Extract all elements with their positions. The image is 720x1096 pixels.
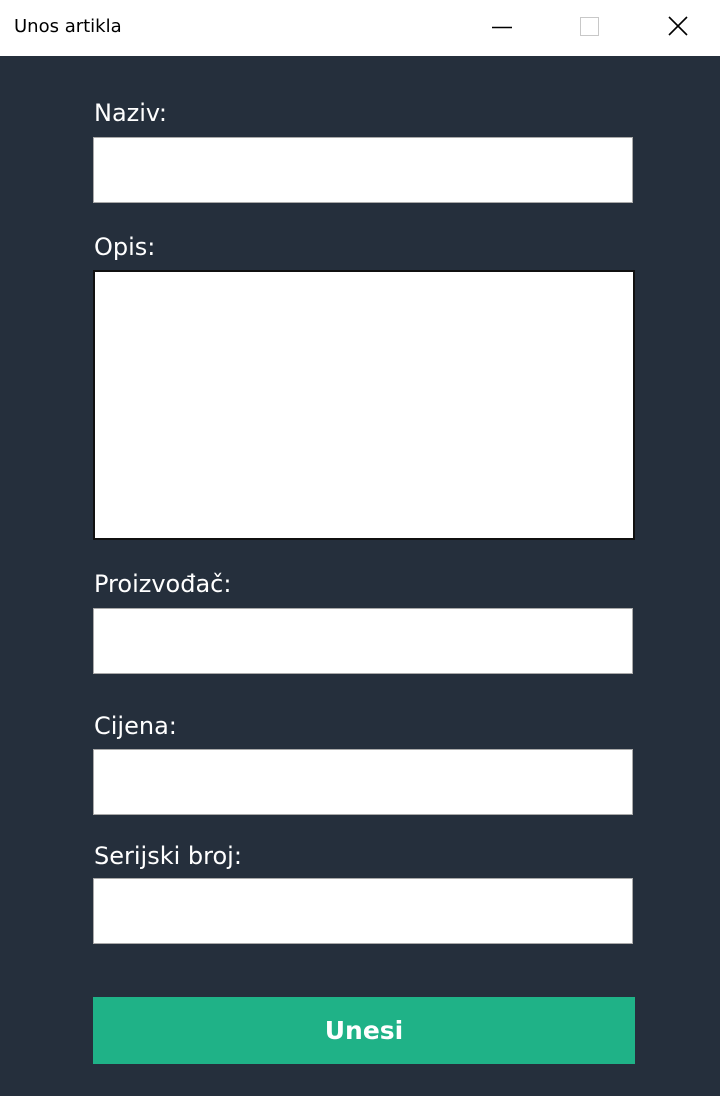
naziv-label: Naziv:	[94, 99, 167, 127]
maximize-icon	[580, 17, 599, 36]
close-icon	[668, 16, 688, 36]
window-title: Unos artikla	[14, 16, 122, 37]
opis-label: Opis:	[94, 233, 156, 261]
serijski-broj-input[interactable]	[93, 878, 633, 944]
minimize-icon	[492, 26, 512, 29]
serijski-broj-label: Serijski broj:	[94, 842, 242, 870]
naziv-input[interactable]	[93, 137, 633, 203]
proizvodac-input[interactable]	[93, 608, 633, 674]
unesi-button[interactable]: Unesi	[93, 997, 635, 1064]
close-button[interactable]	[640, 0, 720, 56]
proizvodac-label: Proizvođač:	[94, 570, 232, 598]
cijena-input[interactable]	[93, 749, 633, 815]
opis-textarea[interactable]	[93, 270, 635, 540]
minimize-button[interactable]	[470, 0, 550, 56]
cijena-label: Cijena:	[94, 712, 177, 740]
app-window: Unos artikla Naziv: Opis: Proizvođač: Ci…	[0, 0, 720, 1096]
title-bar[interactable]: Unos artikla	[0, 0, 720, 56]
maximize-button[interactable]	[550, 0, 630, 56]
